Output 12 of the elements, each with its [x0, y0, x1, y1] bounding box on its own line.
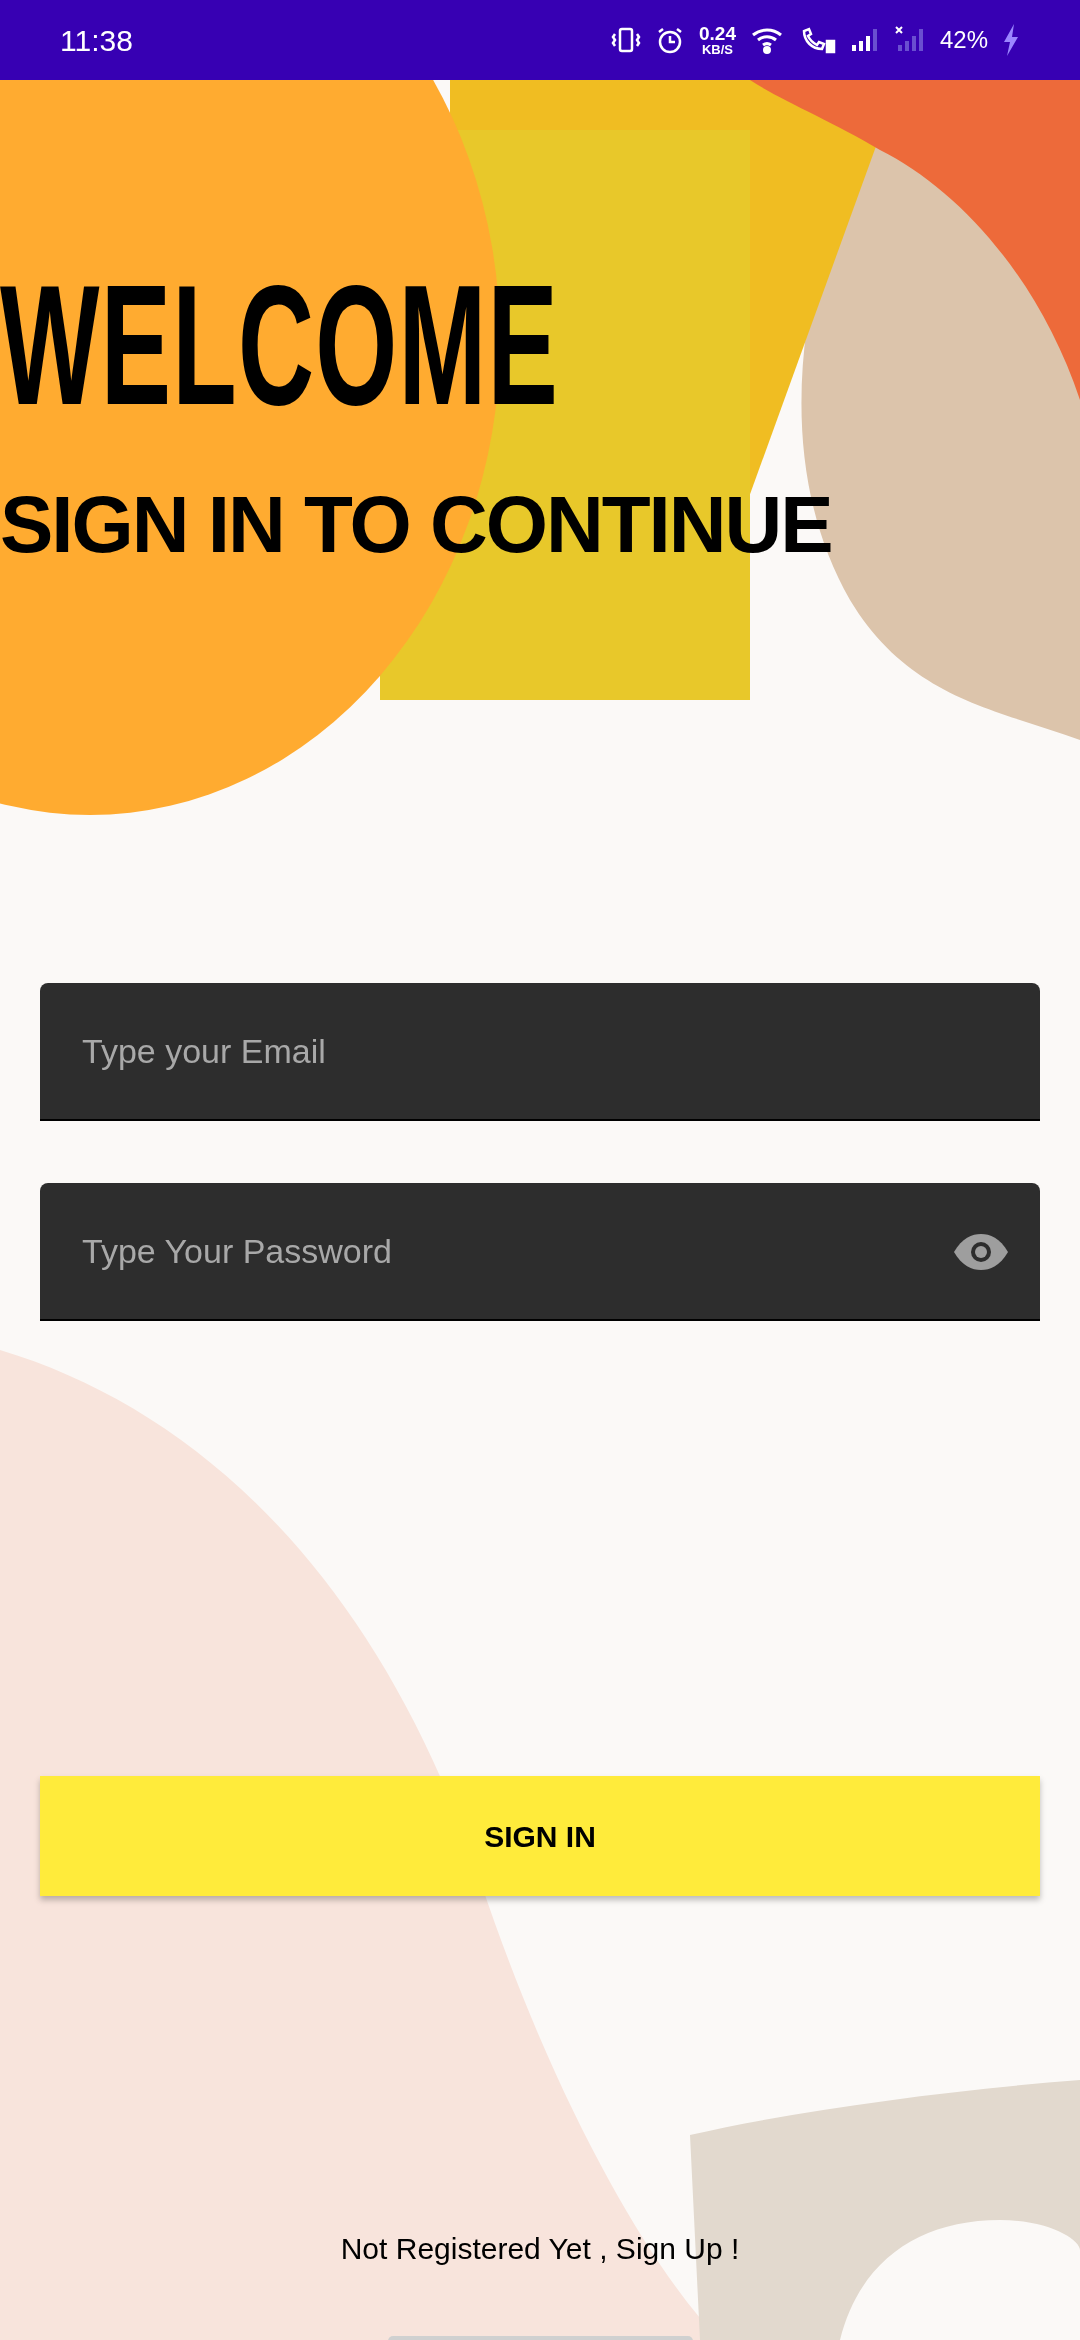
charging-icon: [1002, 24, 1020, 56]
sign-up-link[interactable]: Not Registered Yet , Sign Up !: [340, 2226, 740, 2271]
status-time: 11:38: [60, 22, 133, 59]
network-speed-unit: KB/S: [701, 43, 733, 56]
battery-level: 42%: [939, 25, 988, 55]
network-speed: 0.24: [698, 24, 736, 43]
vibrate-icon: [610, 25, 641, 55]
eye-icon[interactable]: [952, 1232, 1010, 1272]
sign-in-button[interactable]: SIGN IN: [40, 1776, 1040, 1896]
email-field[interactable]: Type your Email: [40, 983, 1040, 1121]
password-field[interactable]: Type Your Password: [40, 1183, 1040, 1321]
welcome-title: WELCOME: [0, 260, 560, 430]
